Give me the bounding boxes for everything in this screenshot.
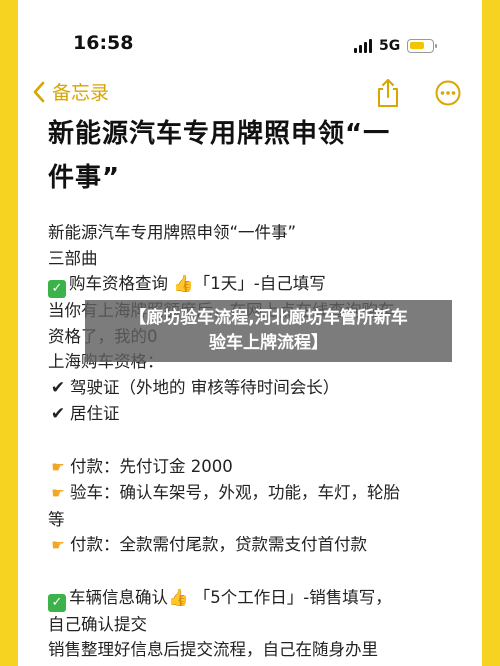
note-line: 新能源汽车专用牌照申领“一件事” <box>48 220 468 246</box>
note-line-text: 验车：确认车架号，外观，功能，车灯，轮胎 <box>70 483 400 502</box>
more-icon[interactable] <box>435 80 461 110</box>
pointing-hand-icon: ☛ <box>51 536 65 554</box>
pointing-hand-icon: ☛ <box>51 457 65 476</box>
note-line: ☛ 付款：全款需付尾款，贷款需支付首付款 <box>48 532 468 559</box>
signal-icon <box>354 39 372 53</box>
check-mark-icon: ✔ <box>50 377 66 398</box>
nav-bar: 备忘录 <box>18 72 482 116</box>
back-button[interactable]: 备忘录 <box>32 78 109 105</box>
check-box-icon: ✓ <box>48 280 66 298</box>
overlay-line-2: 验车上牌流程】 <box>209 333 328 353</box>
status-indicators: 5G <box>354 36 438 56</box>
note-line: 销售整理好信息后提交流程，自己在随身办里 <box>48 637 468 663</box>
check-box-icon: ✓ <box>48 593 66 612</box>
pointing-hand-icon: ☛ <box>51 484 65 502</box>
note-line-text: 等 <box>48 509 65 529</box>
note-line-text: 三部曲 <box>48 248 98 268</box>
note-line: ✓ 车辆信息确认👍 「5个工作日」-销售填写， <box>48 585 468 612</box>
note-line-text: 居住证 <box>70 404 120 423</box>
note-line-text: 购车资格查询 👍「1天」-自己填写 <box>69 274 326 293</box>
note-line: ☛ 付款：先付订金 2000 <box>48 454 468 481</box>
status-time: 16:58 <box>73 32 134 54</box>
phone-screen: 16:58 5G 备忘录 新能源汽车专用牌照申领“一 件事” 新能源汽车专用牌照… <box>18 0 482 666</box>
note-line-text: 新能源汽车专用牌照申领“一件事” <box>48 223 297 242</box>
note-line-text: 驾驶证（外地的 审核等待时间会长） <box>70 377 340 397</box>
note-line <box>48 559 468 585</box>
note-line: ✔ 驾驶证（外地的 审核等待时间会长） <box>48 375 468 402</box>
note-line: 自己确认提交 <box>48 612 468 638</box>
battery-icon <box>407 39 438 53</box>
headline-overlay: 【廊坊验车流程,河北廊坊车管所新车 验车上牌流程】 <box>85 300 452 362</box>
status-bar: 16:58 5G <box>18 24 482 64</box>
note-line-text: 车辆信息确认👍 「5个工作日」-销售填写， <box>69 587 392 607</box>
note-line-text: 销售整理好信息后提交流程，自己在随身办里 <box>48 640 378 659</box>
chevron-left-icon <box>32 81 46 103</box>
back-label: 备忘录 <box>52 82 110 104</box>
note-line: ✓ 购车资格查询 👍「1天」-自己填写 <box>48 271 468 298</box>
note-line-text: 付款：全款需付尾款，贷款需支付首付款 <box>70 535 367 554</box>
network-type: 5G <box>379 38 401 54</box>
note-line-text: 付款：先付订金 2000 <box>70 456 233 476</box>
note-line: ✔ 居住证 <box>48 401 468 428</box>
note-title-line-2: 件事” <box>48 163 121 193</box>
note-line: 三部曲 <box>48 246 468 272</box>
note-line-text: 自己确认提交 <box>48 614 147 634</box>
note-content[interactable]: 新能源汽车专用牌照申领“一 件事” 新能源汽车专用牌照申领“一件事” 三部曲 ✓ 购车… <box>48 112 468 663</box>
overlay-line-1: 【廊坊验车流程,河北廊坊车管所新车 <box>129 308 408 328</box>
note-body: 新能源汽车专用牌照申领“一件事”三部曲✓购车资格查询 👍「1天」-自己填写当你有… <box>48 220 468 663</box>
note-line: ☛ 验车：确认车架号，外观，功能，车灯，轮胎 <box>48 480 468 507</box>
note-title-line-1: 新能源汽车专用牌照申领“一 <box>48 119 391 149</box>
check-mark-icon: ✔ <box>50 404 66 424</box>
share-icon[interactable] <box>375 78 401 112</box>
note-line <box>48 428 468 454</box>
note-line: 等 <box>48 507 468 533</box>
